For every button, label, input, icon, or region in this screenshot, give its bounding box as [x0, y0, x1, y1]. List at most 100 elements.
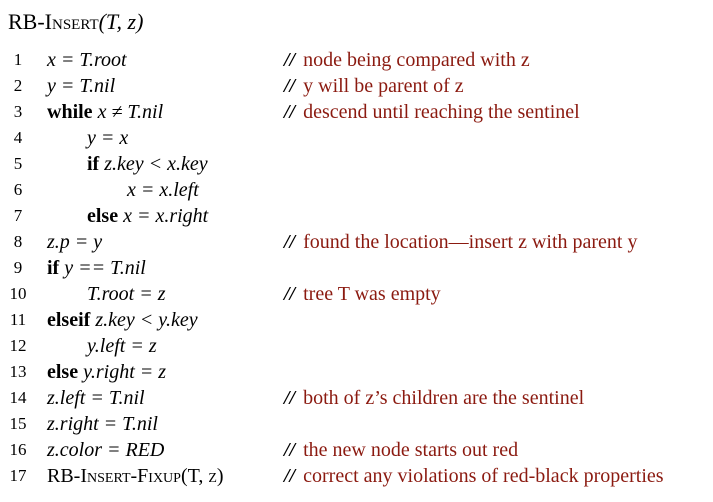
comment-marker: //	[284, 49, 296, 71]
comment-text: the new node starts out red	[303, 439, 519, 461]
algorithm-title: RB-Insert(T, z)	[8, 8, 143, 36]
keyword: if	[47, 257, 60, 279]
line-number: 11	[9, 310, 27, 329]
statement: z.key < x.key	[104, 153, 208, 175]
code-line-17: 17 RB-Insert-Fixup(T, z) // correct any vio…	[0, 463, 713, 489]
comment-marker: //	[284, 231, 296, 253]
code-text: RB-Insert-Fixup(T, z)	[47, 463, 224, 489]
statement: RB-Insert-Fixup(T, z)	[47, 465, 224, 487]
code-text: y = x	[87, 125, 128, 151]
keyword: if	[87, 153, 100, 175]
line-number: 4	[13, 128, 23, 147]
comment-marker: //	[284, 465, 296, 487]
comment-text: tree T was empty	[303, 283, 441, 305]
statement: z.color = RED	[47, 439, 165, 461]
line-number: 16	[9, 440, 27, 459]
code-line-11: 11 elseif z.key < y.key	[0, 307, 713, 333]
line-number: 3	[13, 102, 23, 121]
line-number: 9	[13, 258, 23, 277]
comment-text: correct any violations of red-black prop…	[303, 465, 664, 487]
statement: y.right = z	[83, 361, 167, 383]
line-number: 8	[13, 232, 23, 251]
statement: y = x	[87, 127, 129, 149]
comment: // both of z’s children are the sentinel	[284, 385, 584, 411]
comment-marker: //	[284, 101, 296, 123]
statement: y = T.nil	[47, 75, 116, 97]
line-number: 6	[13, 180, 23, 199]
line-number: 15	[9, 414, 27, 433]
statement: z.p = y	[47, 231, 103, 253]
code-text: elseif z.key < y.key	[47, 307, 198, 333]
statement: T.root = z	[87, 283, 166, 305]
algorithm-args: (T, z)	[98, 9, 144, 34]
code-text: else y.right = z	[47, 359, 166, 385]
comment-text: node being compared with z	[303, 49, 530, 71]
code-line-7: 7 else x = x.right	[0, 203, 713, 229]
code-line-16: 16 z.color = RED // the new node starts out…	[0, 437, 713, 463]
line-number: 17	[9, 466, 27, 485]
code-text: z.p = y	[47, 229, 102, 255]
line-number: 13	[9, 362, 27, 381]
comment-text: both of z’s children are the sentinel	[303, 387, 585, 409]
code-line-12: 12 y.left = z	[0, 333, 713, 359]
code-line-2: 2 y = T.nil // y will be parent of z	[0, 73, 713, 99]
comment: // the new node starts out red	[284, 437, 518, 463]
code-line-4: 4 y = x	[0, 125, 713, 151]
algorithm-name: RB-Insert	[8, 9, 99, 34]
comment-marker: //	[284, 283, 296, 305]
code-text: else x = x.right	[87, 203, 208, 229]
comment: // tree T was empty	[284, 281, 441, 307]
code-line-15: 15 z.right = T.nil	[0, 411, 713, 437]
comment: // descend until reaching the sentinel	[284, 99, 580, 125]
keyword: elseif	[47, 309, 91, 331]
statement: z.left = T.nil	[47, 387, 145, 409]
statement: y == T.nil	[64, 257, 146, 279]
comment-text: y will be parent of z	[303, 75, 464, 97]
code-line-13: 13 else y.right = z	[0, 359, 713, 385]
code-text: y = T.nil	[47, 73, 115, 99]
comment: // correct any violations of red-black pr…	[284, 463, 664, 489]
code-line-1: 1 x = T.root // node being compared with z	[0, 47, 713, 73]
statement: y.left = z	[87, 335, 157, 357]
statement: x ≠ T.nil	[97, 101, 164, 123]
line-number: 10	[9, 284, 27, 303]
line-number: 5	[13, 154, 23, 173]
code-line-10: 10 T.root = z // tree T was empty	[0, 281, 713, 307]
code-text: z.color = RED	[47, 437, 164, 463]
code-text: T.root = z	[87, 281, 166, 307]
code-text: z.left = T.nil	[47, 385, 145, 411]
statement: z.key < y.key	[95, 309, 198, 331]
statement: x = T.root	[47, 49, 127, 71]
comment-marker: //	[284, 439, 296, 461]
code-text: x = T.root	[47, 47, 127, 73]
comment: // y will be parent of z	[284, 73, 464, 99]
code-line-3: 3 while x ≠ T.nil // descend until reaching…	[0, 99, 713, 125]
line-number: 2	[13, 76, 23, 95]
line-number: 14	[9, 388, 27, 407]
line-number: 12	[9, 336, 27, 355]
code-text: while x ≠ T.nil	[47, 99, 163, 125]
code-line-14: 14 z.left = T.nil // both of z’s children a…	[0, 385, 713, 411]
code-text: z.right = T.nil	[47, 411, 158, 437]
code-line-6: 6 x = x.left	[0, 177, 713, 203]
comment-marker: //	[284, 75, 296, 97]
code-text: if z.key < x.key	[87, 151, 208, 177]
statement: x = x.left	[127, 179, 199, 201]
code-text: if y == T.nil	[47, 255, 146, 281]
statement: z.right = T.nil	[47, 413, 158, 435]
keyword: else	[47, 361, 79, 383]
code-text: x = x.left	[127, 177, 199, 203]
code-text: y.left = z	[87, 333, 157, 359]
comment-marker: //	[284, 387, 296, 409]
line-number: 1	[13, 50, 23, 69]
keyword: else	[87, 205, 119, 227]
comment: // node being compared with z	[284, 47, 530, 73]
line-number: 7	[13, 206, 23, 225]
code-line-8: 8 z.p = y // found the location—insert z wi…	[0, 229, 713, 255]
statement: x = x.right	[123, 205, 209, 227]
comment-text: found the location—insert z with parent …	[303, 231, 638, 253]
keyword: while	[47, 101, 93, 123]
code-line-5: 5 if z.key < x.key	[0, 151, 713, 177]
code-line-9: 9 if y == T.nil	[0, 255, 713, 281]
comment-text: descend until reaching the sentinel	[303, 101, 580, 123]
